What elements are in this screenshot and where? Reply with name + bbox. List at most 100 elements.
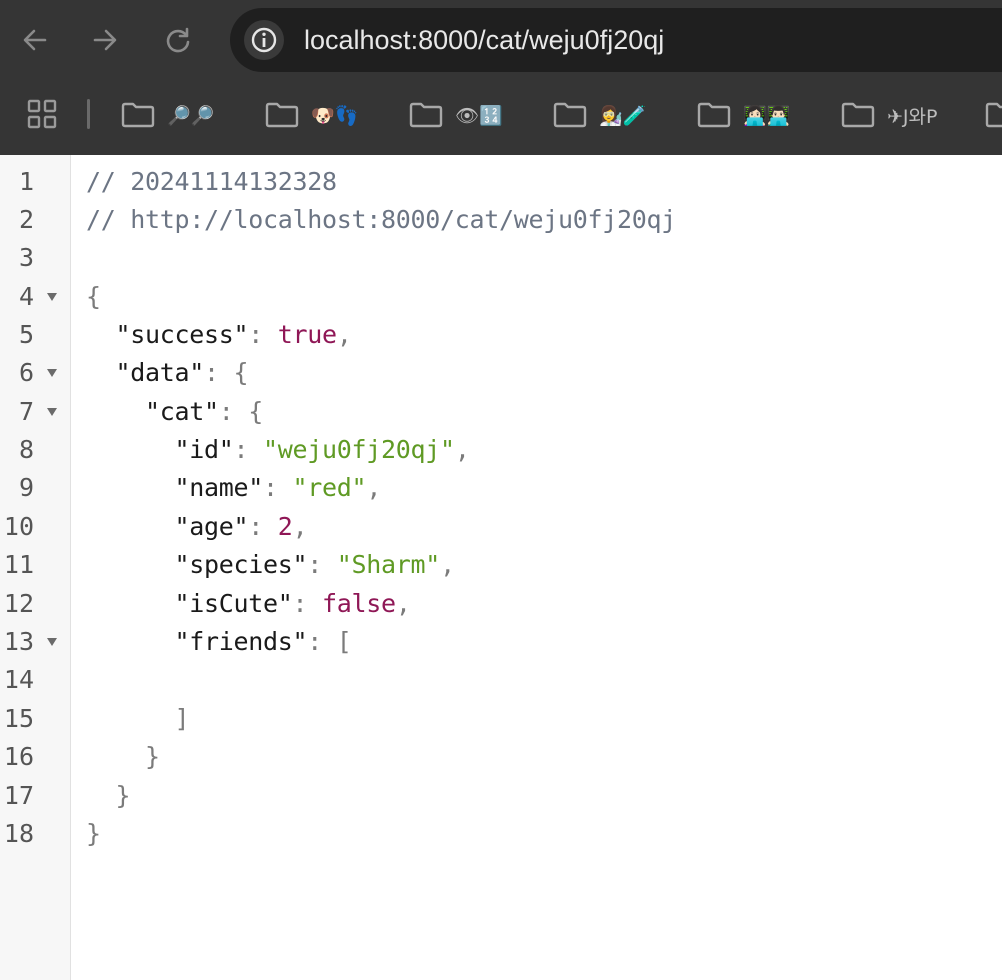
fold-toggle-icon[interactable] — [47, 369, 57, 377]
bookmark-label: 👁🔢 — [455, 104, 503, 127]
code-line: 3 — [0, 239, 1002, 277]
line-number: 7 — [18, 397, 34, 426]
code-text: "id": "weju0fj20qj", — [174, 435, 470, 464]
folder-icon — [697, 102, 731, 128]
code-line: 18 } — [0, 815, 1002, 853]
code-line: 1 // 20241114132328 — [0, 163, 1002, 201]
browser-toolbar: localhost:8000/cat/weju0fj20qj — [0, 0, 1002, 80]
json-key: "data" — [115, 358, 205, 387]
json-value: 2 — [277, 512, 293, 541]
bookmark-folder-6[interactable]: ✈J와P — [841, 99, 937, 131]
code-line: 14 — [0, 661, 1002, 699]
folder-icon — [985, 102, 1002, 128]
line-number: 18 — [3, 819, 34, 848]
json-key: "cat" — [145, 397, 219, 426]
json-key: "id" — [174, 435, 234, 464]
line-number: 4 — [18, 282, 34, 311]
line-number: 9 — [18, 473, 34, 502]
code-line: 12 "isCute": false, — [0, 585, 1002, 623]
json-value: "red" — [292, 473, 367, 502]
folder-icon — [409, 102, 443, 128]
code-text: "success": true, — [115, 320, 352, 349]
folder-icon — [553, 102, 587, 128]
folder-icon — [841, 102, 875, 128]
bookmark-label: 🔎🔎 — [167, 104, 215, 127]
code-line: 2 // http://localhost:8000/cat/weju0fj20… — [0, 201, 1002, 239]
code-text: "isCute": false, — [174, 589, 411, 618]
line-number: 12 — [3, 589, 34, 618]
fold-toggle-icon[interactable] — [47, 293, 57, 301]
json-value: true — [277, 320, 337, 349]
bookmark-folder-7[interactable] — [985, 99, 1002, 131]
code-text: "name": "red", — [174, 473, 382, 502]
line-number: 5 — [18, 320, 34, 349]
code-line: 4 { — [0, 278, 1002, 316]
bookmark-folder-1[interactable]: 🔎🔎 — [121, 99, 214, 131]
line-number: 8 — [18, 435, 34, 464]
line-number: 10 — [3, 512, 34, 541]
code-line: 6 "data": { — [0, 354, 1002, 392]
code-text: "data": { — [115, 358, 249, 387]
line-number: 16 — [3, 742, 34, 771]
bookmark-label: 👩🏻‍💻👨🏻‍💻 — [743, 104, 791, 127]
json-key: "species" — [174, 550, 308, 579]
comment-url: // http://localhost:8000/cat/weju0fj20qj — [86, 205, 677, 234]
apps-grid-icon — [27, 99, 57, 129]
json-value: "Sharm" — [336, 550, 441, 579]
json-value: "weju0fj20qj" — [263, 435, 455, 464]
code-text: } — [115, 781, 131, 810]
site-info-button[interactable] — [244, 20, 284, 60]
json-value: false — [322, 589, 396, 618]
forward-button[interactable] — [85, 20, 125, 60]
fold-toggle-icon[interactable] — [47, 638, 57, 646]
folder-icon — [121, 102, 155, 128]
line-number: 6 — [18, 358, 34, 387]
folder-icon — [265, 102, 299, 128]
arrow-left-icon — [23, 29, 47, 51]
code-text: { — [86, 282, 101, 311]
code-line: 5 "success": true, — [0, 316, 1002, 354]
code-text: "friends": [ — [174, 627, 352, 656]
code-line: 17 } — [0, 777, 1002, 815]
code-text: "age": 2, — [174, 512, 308, 541]
bookmark-folder-3[interactable]: 👁🔢 — [409, 99, 503, 131]
line-number: 3 — [18, 243, 34, 272]
line-number: 2 — [18, 205, 34, 234]
bookmark-label: ✈J와P — [887, 105, 938, 128]
line-number: 11 — [3, 550, 34, 579]
code-line: 8 "id": "weju0fj20qj", — [0, 431, 1002, 469]
address-bar[interactable]: localhost:8000/cat/weju0fj20qj — [230, 8, 1002, 72]
url-text[interactable]: localhost:8000/cat/weju0fj20qj — [304, 24, 664, 56]
info-icon — [251, 27, 277, 53]
code-text: } — [86, 819, 101, 848]
back-button[interactable] — [15, 20, 55, 60]
bookmarks-bar: 🔎🔎 🐶👣 👁🔢 👩‍🔬🧪 👩🏻‍💻👨🏻‍💻 ✈J와P — [0, 80, 1002, 155]
code-text: "species": "Sharm", — [174, 550, 456, 579]
comment-timestamp: // 20241114132328 — [86, 167, 337, 196]
json-key: "friends" — [174, 627, 308, 656]
fold-toggle-icon[interactable] — [47, 408, 57, 416]
code-line: 16 } — [0, 738, 1002, 776]
code-line: 13 "friends": [ — [0, 623, 1002, 661]
code-line: 9 "name": "red", — [0, 469, 1002, 507]
code-line: 10 "age": 2, — [0, 508, 1002, 546]
code-line: 7 "cat": { — [0, 393, 1002, 431]
reload-icon — [166, 27, 190, 53]
line-number: 17 — [3, 781, 34, 810]
code-line: 15 ] — [0, 700, 1002, 738]
json-key: "age" — [174, 512, 249, 541]
apps-button[interactable] — [26, 98, 58, 134]
bookmark-folder-5[interactable]: 👩🏻‍💻👨🏻‍💻 — [697, 99, 790, 131]
code-line: 11 "species": "Sharm", — [0, 546, 1002, 584]
json-key: "success" — [115, 320, 249, 349]
line-number: 14 — [3, 665, 34, 694]
bookmark-folder-4[interactable]: 👩‍🔬🧪 — [553, 99, 646, 131]
bookmark-folder-2[interactable]: 🐶👣 — [265, 99, 358, 131]
line-number: 15 — [3, 704, 34, 733]
code-text: } — [145, 742, 160, 771]
json-key: "isCute" — [174, 589, 293, 618]
arrow-right-icon — [93, 29, 117, 51]
code-text: ] — [174, 704, 190, 733]
reload-button[interactable] — [158, 20, 198, 60]
line-number: 13 — [3, 627, 34, 656]
